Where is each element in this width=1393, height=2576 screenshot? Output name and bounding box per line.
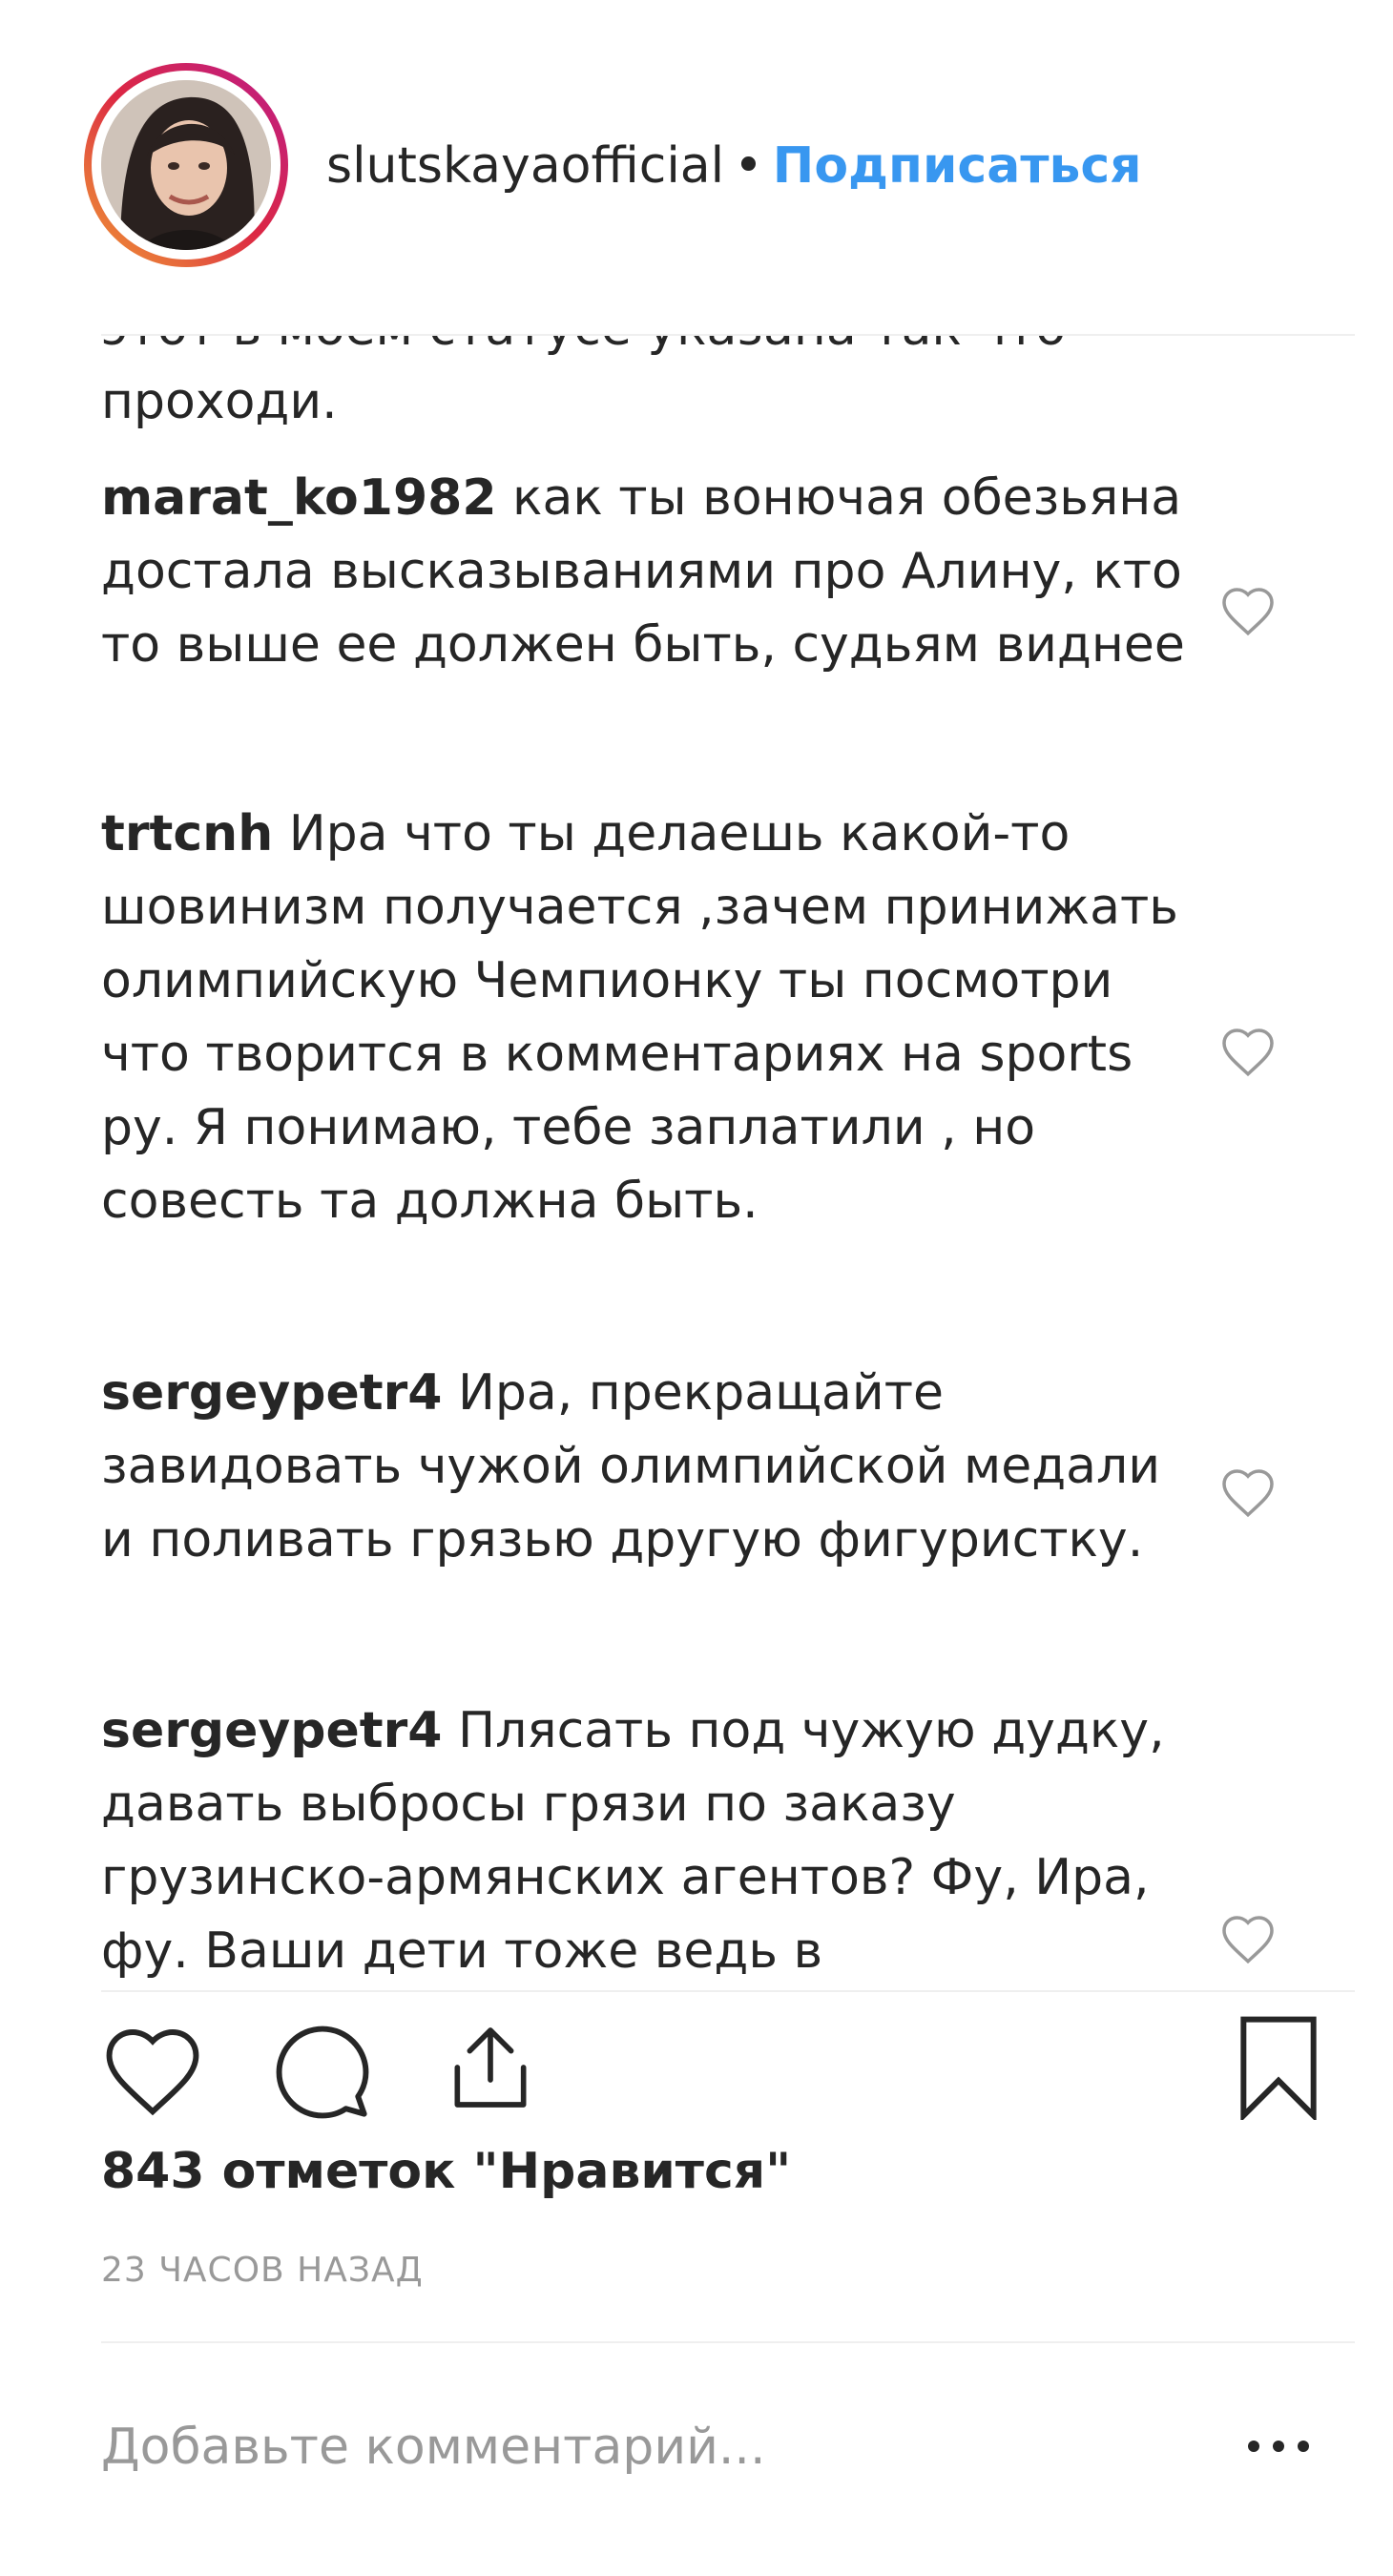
- avatar-photo: [101, 80, 271, 250]
- comments-list[interactable]: этот в моем статусе указана так что прох…: [0, 336, 1393, 1990]
- comment-username[interactable]: sergeypetr4: [101, 1702, 442, 1759]
- comment-text: Ира что ты делаешь какой-то шовинизм пол…: [101, 805, 1178, 1230]
- username-link[interactable]: slutskayaofficial: [326, 137, 724, 195]
- comment-input[interactable]: [101, 2414, 1132, 2481]
- heart-icon[interactable]: [1219, 1912, 1277, 1965]
- more-options-icon[interactable]: [1240, 2418, 1317, 2475]
- story-ring[interactable]: [84, 63, 288, 267]
- follow-button[interactable]: Подписаться: [773, 137, 1142, 195]
- action-bar: [0, 1992, 1393, 2120]
- post-header: slutskayaofficial • Подписаться: [0, 0, 1393, 334]
- comment-item: этот в моем статусе указана так что прох…: [101, 336, 1189, 439]
- comment-username[interactable]: trtcnh: [101, 805, 273, 862]
- heart-outline-icon[interactable]: [99, 2023, 206, 2118]
- comment-item: sergeypetr4 Плясать под чужую дудку, дав…: [101, 1694, 1189, 1988]
- likes-count[interactable]: 843 отметок "Нравится": [101, 2141, 791, 2202]
- comment-text: этот в моем статусе указана так что прох…: [101, 336, 1066, 430]
- post-timestamp[interactable]: 23 ЧАСОВ НАЗАД: [101, 2250, 424, 2292]
- speech-bubble-icon[interactable]: [269, 2025, 376, 2120]
- comment-item: sergeypetr4 Ира, прекращайте завидовать …: [101, 1357, 1189, 1577]
- heart-icon[interactable]: [1219, 1025, 1277, 1078]
- comment-username[interactable]: sergeypetr4: [101, 1364, 442, 1422]
- comment-item: marat_ko1982 как ты вонючая обезьяна дос…: [101, 462, 1189, 682]
- share-upload-icon[interactable]: [441, 2017, 540, 2118]
- separator-dot: •: [734, 137, 763, 195]
- bookmark-icon[interactable]: [1233, 2015, 1324, 2120]
- heart-icon[interactable]: [1219, 584, 1277, 637]
- input-divider: [101, 2341, 1355, 2343]
- heart-icon[interactable]: [1219, 1465, 1277, 1519]
- comment-item: trtcnh Ира что ты делаешь какой-то шовин…: [101, 798, 1189, 1238]
- avatar[interactable]: [101, 80, 271, 250]
- comment-username[interactable]: marat_ko1982: [101, 469, 497, 527]
